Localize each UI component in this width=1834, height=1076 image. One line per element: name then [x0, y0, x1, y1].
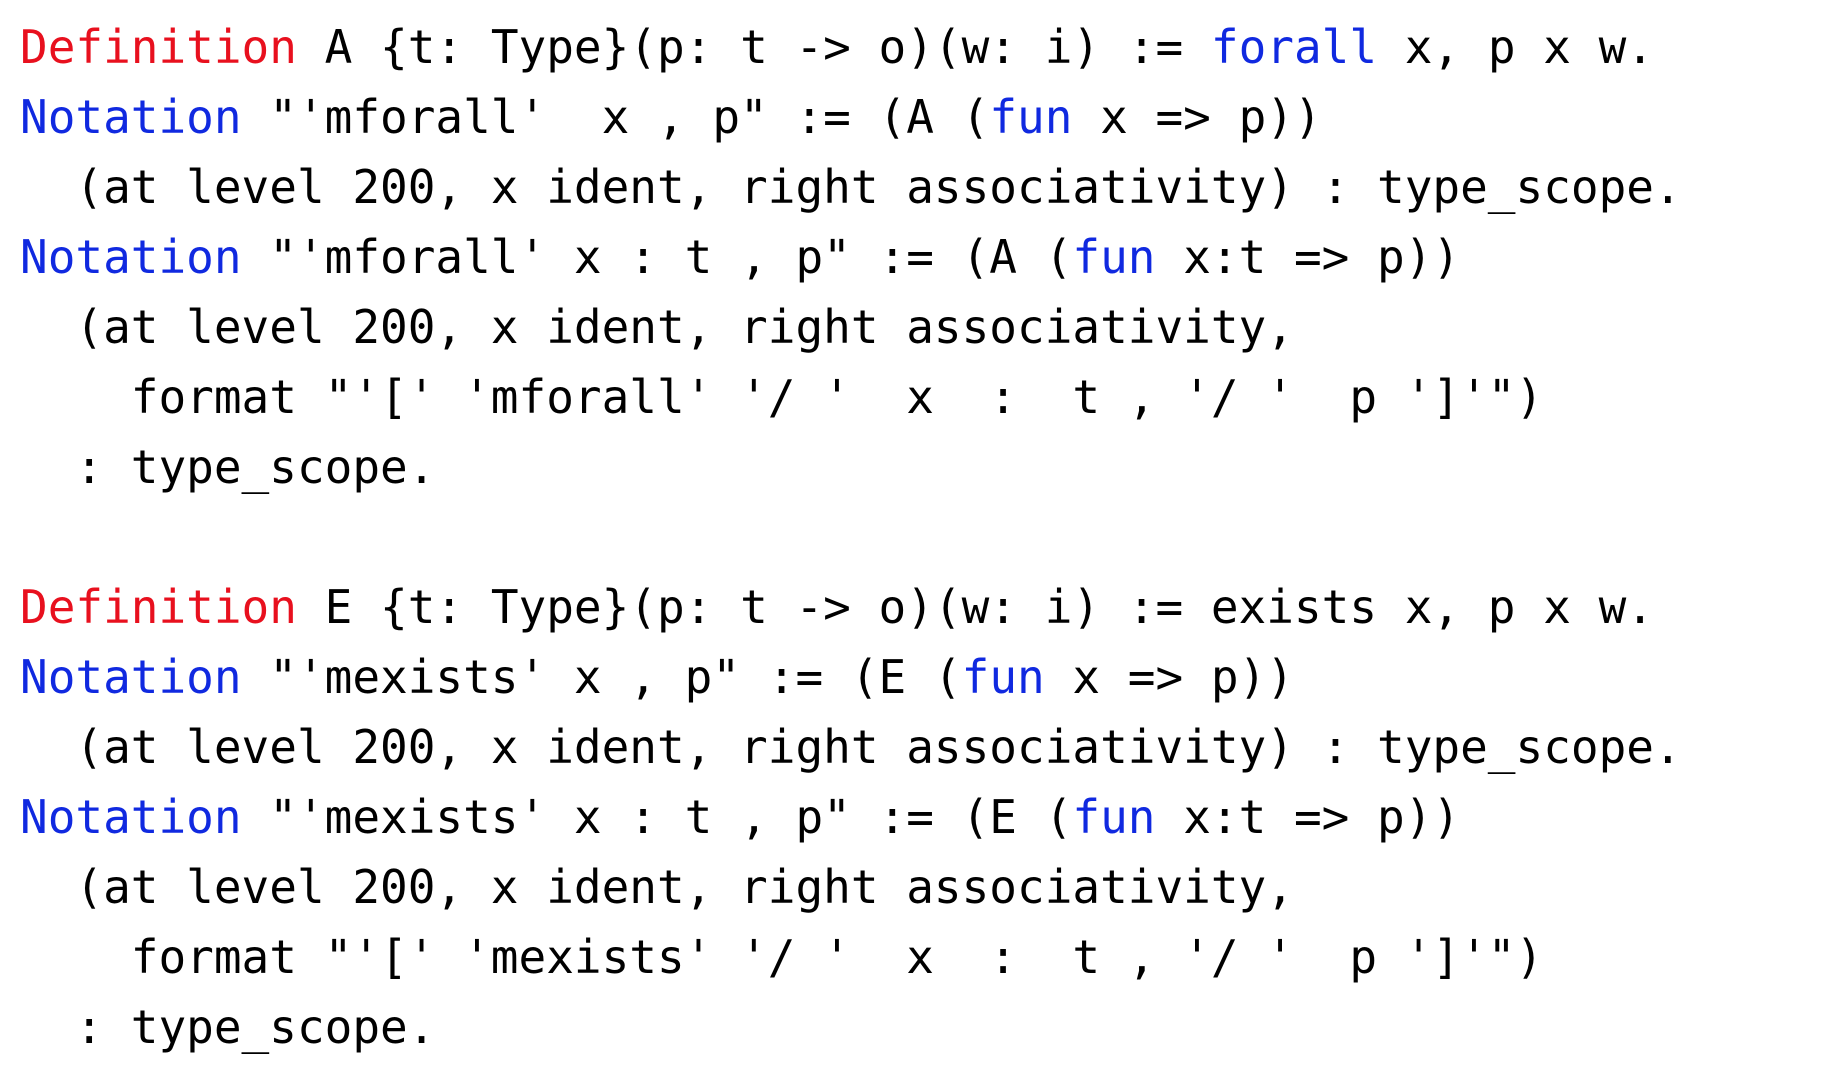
code-line: Notation "'mforall' x : t , p" := (A (fu… — [20, 222, 1682, 292]
code-text: (at level 200, x ident, right associativ… — [20, 720, 1682, 774]
code-line: (at level 200, x ident, right associativ… — [20, 712, 1682, 782]
keyword-definition: Definition — [20, 20, 297, 74]
code-text: (at level 200, x ident, right associativ… — [20, 300, 1294, 354]
keyword: Notation — [20, 790, 242, 844]
code-text: (at level 200, x ident, right associativ… — [20, 860, 1294, 914]
code-listing: Definition A {t: Type}(p: t -> o)(w: i) … — [20, 12, 1682, 1062]
code-line: (at level 200, x ident, right associativ… — [20, 852, 1682, 922]
code-line: : type_scope. — [20, 992, 1682, 1062]
keyword: forall — [1210, 20, 1378, 74]
code-text: "'mforall' x , p" := (A ( — [241, 90, 990, 144]
code-line: Definition A {t: Type}(p: t -> o)(w: i) … — [20, 12, 1682, 82]
code-text: x => p)) — [1072, 90, 1322, 144]
code-line: format "'[' 'mforall' '/ ' x : t , '/ ' … — [20, 362, 1682, 432]
keyword: Notation — [20, 230, 242, 284]
code-line: (at level 200, x ident, right associativ… — [20, 152, 1682, 222]
code-text: x => p)) — [1044, 650, 1294, 704]
keyword: fun — [1072, 790, 1156, 844]
keyword: fun — [1072, 230, 1156, 284]
code-text: : type_scope. — [20, 440, 436, 494]
code-text: (at level 200, x ident, right associativ… — [20, 160, 1682, 214]
keyword: Notation — [20, 90, 242, 144]
code-line: Notation "'mexists' x , p" := (E (fun x … — [20, 642, 1682, 712]
keyword: fun — [989, 90, 1073, 144]
code-line: Notation "'mexists' x : t , p" := (E (fu… — [20, 782, 1682, 852]
code-text: x:t => p)) — [1155, 230, 1461, 284]
code-text: format "'[' 'mexists' '/ ' x : t , '/ ' … — [20, 930, 1544, 984]
keyword: Notation — [20, 650, 242, 704]
code-text: A {t: Type}(p: t -> o)(w: i) := — [296, 20, 1211, 74]
code-text: E {t: Type}(p: t -> o)(w: i) := exists x… — [296, 580, 1654, 634]
code-text: : type_scope. — [20, 1000, 436, 1054]
code-line: Definition E {t: Type}(p: t -> o)(w: i) … — [20, 572, 1682, 642]
code-text: "'mexists' x , p" := (E ( — [241, 650, 962, 704]
code-line: : type_scope. — [20, 432, 1682, 502]
code-text: x:t => p)) — [1155, 790, 1461, 844]
code-line: Notation "'mforall' x , p" := (A (fun x … — [20, 82, 1682, 152]
code-line: (at level 200, x ident, right associativ… — [20, 292, 1682, 362]
keyword-definition: Definition — [20, 580, 297, 634]
code-line: format "'[' 'mexists' '/ ' x : t , '/ ' … — [20, 922, 1682, 992]
code-text: "'mexists' x : t , p" := (E ( — [241, 790, 1073, 844]
code-text: format "'[' 'mforall' '/ ' x : t , '/ ' … — [20, 370, 1544, 424]
code-text: "'mforall' x : t , p" := (A ( — [241, 230, 1073, 284]
keyword: fun — [961, 650, 1045, 704]
code-text: x, p x w. — [1377, 20, 1654, 74]
